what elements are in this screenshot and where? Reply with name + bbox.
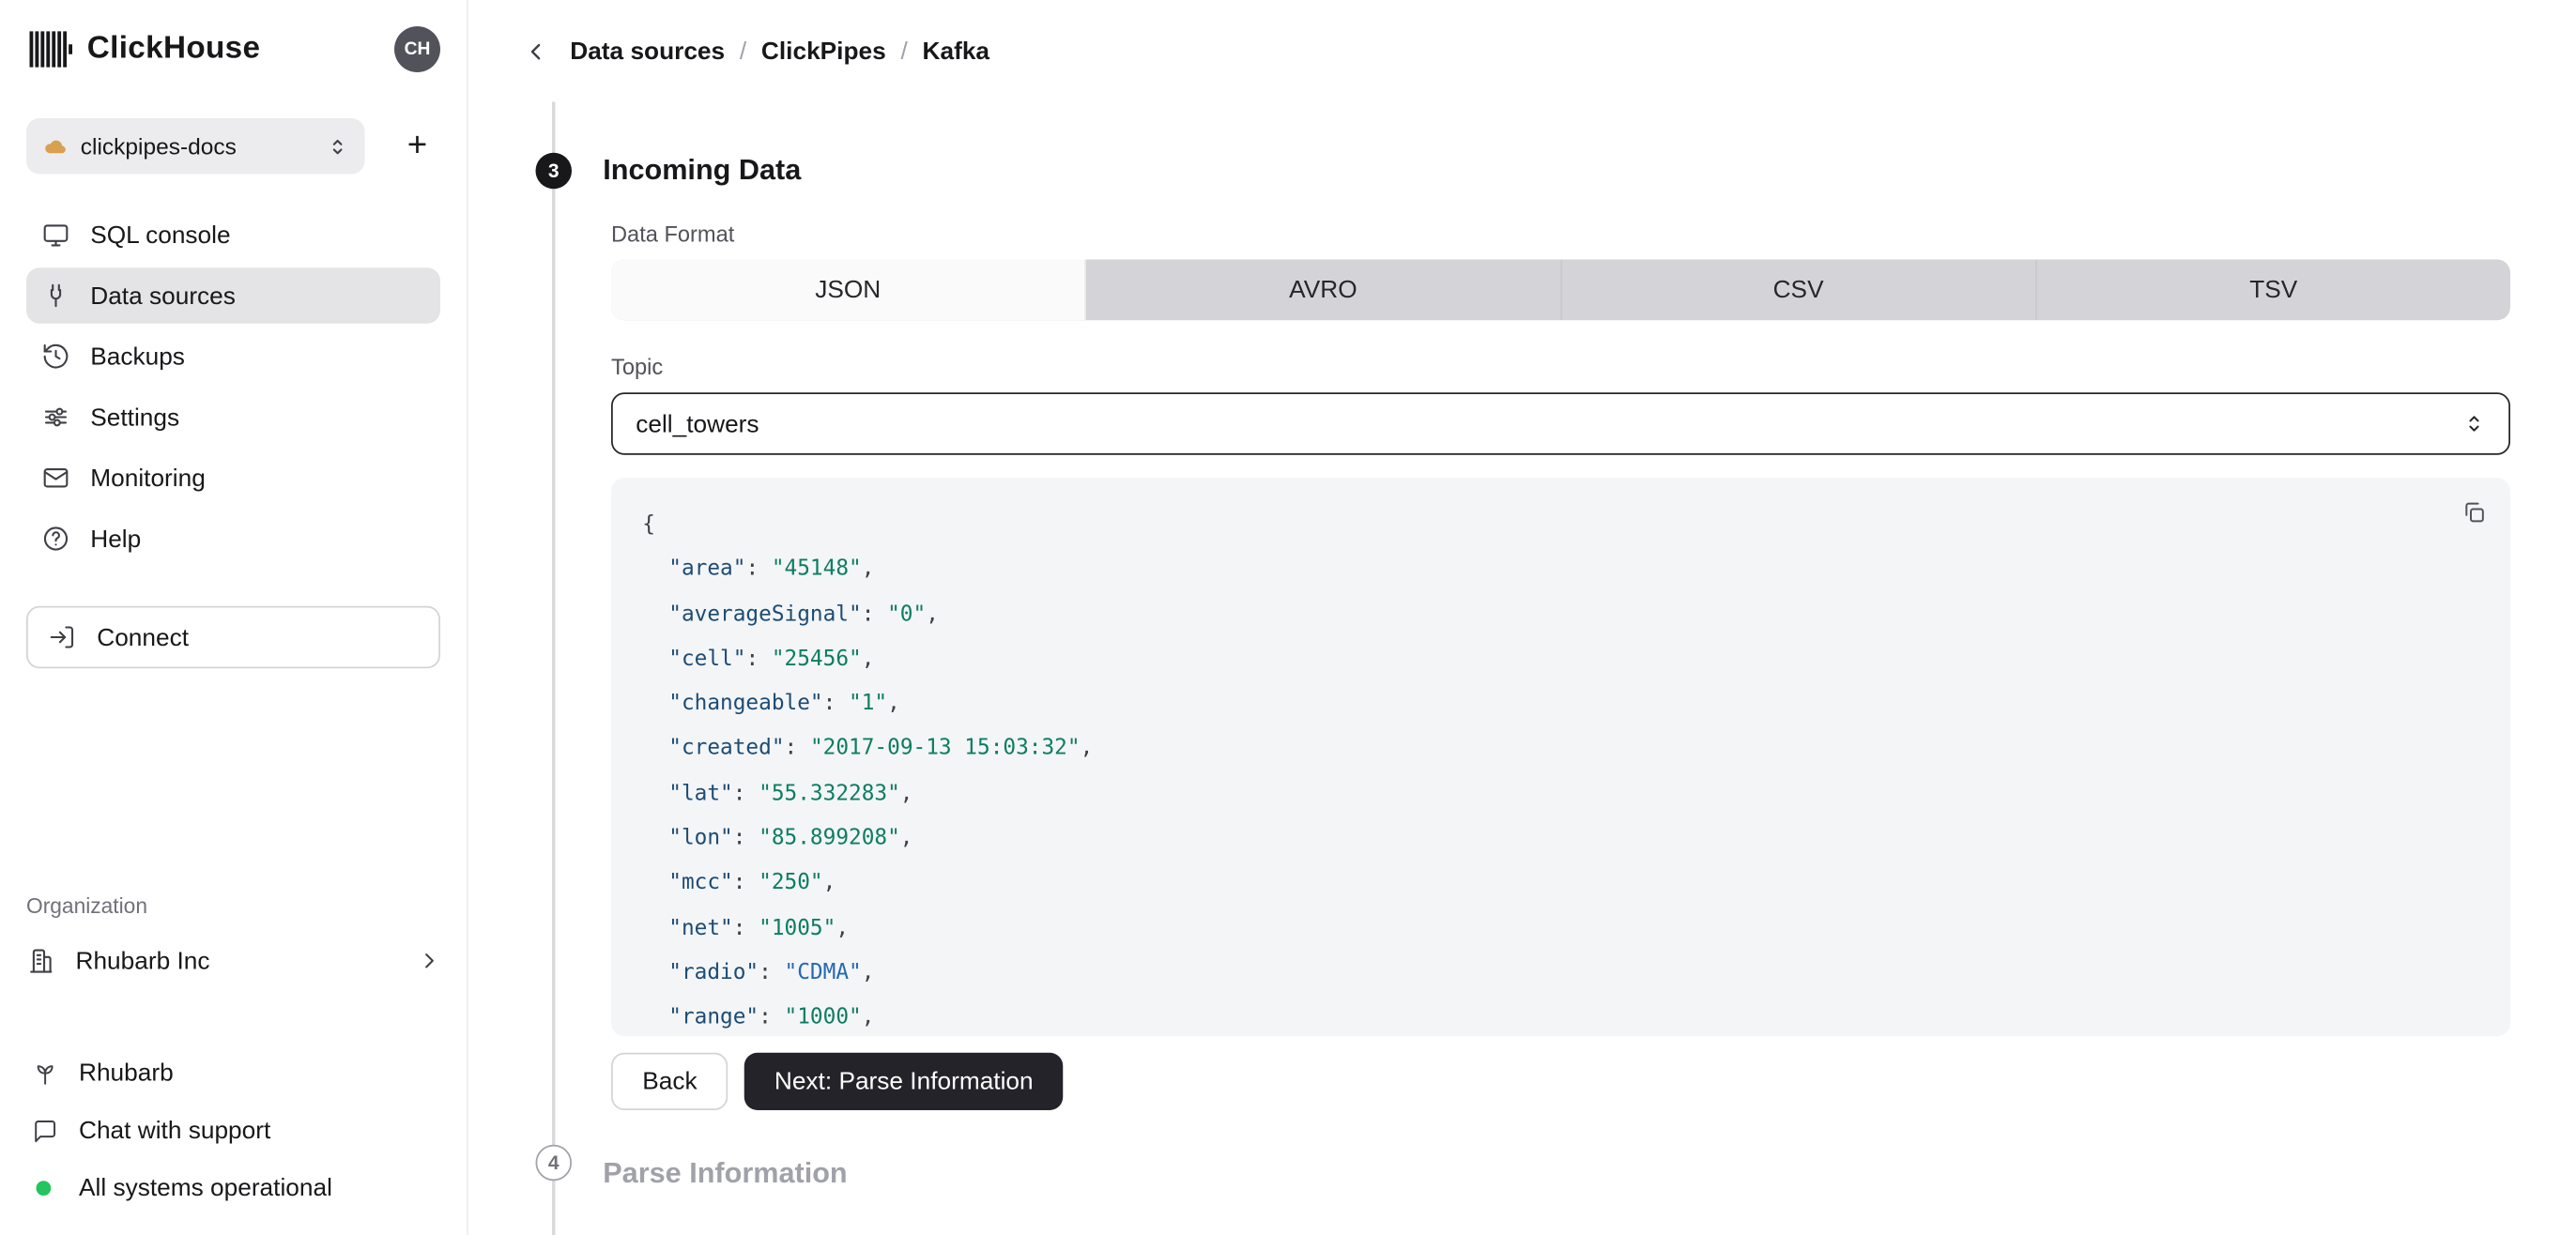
json-preview-line: "changeable": "1", <box>668 692 900 717</box>
format-option-json[interactable]: JSON <box>611 259 1087 321</box>
step-4-indicator: 4 <box>535 1144 572 1182</box>
footer-item-rhubarb[interactable]: Rhubarb <box>26 1044 440 1101</box>
chat-icon <box>30 1116 60 1144</box>
breadcrumb-data-sources[interactable]: Data sources <box>570 37 725 65</box>
footer-item-label: Chat with support <box>79 1116 271 1144</box>
sidebar-item-sql-console[interactable]: SQL console <box>26 207 440 264</box>
data-sources-icon <box>41 281 71 311</box>
json-preview-line: "lat": "55.332283", <box>668 781 913 806</box>
settings-icon <box>41 403 71 433</box>
data-format-segmented: JSON AVRO CSV TSV <box>611 259 2510 321</box>
sidebar-nav: SQL console Data sources Backups Setting… <box>26 207 440 567</box>
topic-label: Topic <box>611 355 664 380</box>
format-option-csv[interactable]: CSV <box>1561 259 2037 321</box>
service-selector[interactable]: clickpipes-docs <box>26 118 365 175</box>
connect-button[interactable]: Connect <box>26 605 440 669</box>
sidebar-item-backups[interactable]: Backups <box>26 328 440 385</box>
sidebar-item-monitoring[interactable]: Monitoring <box>26 450 440 507</box>
avatar[interactable]: CH <box>394 26 440 72</box>
sidebar-item-label: SQL console <box>90 221 231 250</box>
sidebar-footer: Rhubarb Chat with support All systems op… <box>26 1044 440 1215</box>
footer-item-label: All systems operational <box>79 1173 332 1202</box>
sidebar-item-label: Data sources <box>90 282 236 310</box>
chevron-up-down-icon <box>2462 412 2486 435</box>
sidebar: ClickHouse CH clickpipes-docs + SQL cons… <box>0 0 468 1235</box>
brand-title: ClickHouse <box>86 31 261 66</box>
help-icon <box>41 524 71 554</box>
sidebar-item-label: Help <box>90 525 142 553</box>
sidebar-item-help[interactable]: Help <box>26 511 440 567</box>
backups-icon <box>41 342 71 372</box>
service-name: clickpipes-docs <box>80 132 237 160</box>
message-preview: { "area": "45148", "averageSignal": "0", "… <box>611 478 2510 1037</box>
step-4-title: Parse Information <box>603 1156 848 1189</box>
json-preview-line: "averageSignal": "0", <box>668 602 939 627</box>
breadcrumb-separator: / <box>739 37 747 66</box>
sidebar-item-label: Backups <box>90 342 185 371</box>
next-parse-information-button[interactable]: Next: Parse Information <box>744 1052 1064 1110</box>
service-icon <box>43 134 68 159</box>
topic-selected-value: cell_towers <box>636 409 759 438</box>
page-header: Data sources / ClickPipes / Kafka <box>468 0 2576 102</box>
connect-label: Connect <box>97 623 190 651</box>
main-content: Data sources / ClickPipes / Kafka 3 4 In… <box>468 0 2576 1235</box>
json-preview-line: "lon": "85.899208", <box>668 826 913 851</box>
footer-item-label: Rhubarb <box>79 1058 174 1087</box>
breadcrumb-kafka: Kafka <box>922 37 990 66</box>
format-option-avro[interactable]: AVRO <box>1086 259 1562 321</box>
footer-item-chat-support[interactable]: Chat with support <box>26 1102 440 1158</box>
wizard-actions: Back Next: Parse Information <box>611 1052 2510 1110</box>
json-preview-line: "area": "45148", <box>668 557 875 583</box>
stepper-line <box>552 101 556 1235</box>
clickhouse-logo-icon <box>29 31 72 68</box>
breadcrumb-separator: / <box>900 37 908 66</box>
building-icon <box>26 946 56 976</box>
monitoring-icon <box>41 464 71 494</box>
sidebar-item-data-sources[interactable]: Data sources <box>26 267 440 324</box>
back-button[interactable]: Back <box>611 1052 728 1110</box>
json-preview-line: "range": "1000", <box>668 1005 875 1030</box>
sidebar-item-label: Settings <box>90 403 180 432</box>
chevron-up-down-icon <box>327 135 348 157</box>
json-preview-line: "created": "2017-09-13 15:03:32", <box>668 736 1094 762</box>
format-option-tsv[interactable]: TSV <box>2037 260 2510 321</box>
organization-section-label: Organization <box>26 893 148 919</box>
organization-name: Rhubarb Inc <box>75 946 210 975</box>
json-preview-line: "radio": "CDMA", <box>668 960 875 985</box>
json-preview-line: "cell": "25456", <box>668 647 875 672</box>
json-preview-line: "mcc": "250", <box>668 871 836 896</box>
incoming-data-form: Data Format JSON AVRO CSV TSV Topic cell… <box>611 221 2510 1110</box>
rhubarb-icon <box>30 1059 60 1087</box>
sql-console-icon <box>41 221 71 251</box>
service-selector-row: clickpipes-docs + <box>26 118 440 175</box>
status-dot <box>36 1180 52 1196</box>
step-3-title: Incoming Data <box>603 152 802 186</box>
organization-selector[interactable]: Rhubarb Inc <box>26 946 440 976</box>
sidebar-item-label: Monitoring <box>90 464 206 493</box>
breadcrumb-clickpipes[interactable]: ClickPipes <box>761 37 886 65</box>
add-service-button[interactable]: + <box>394 123 440 169</box>
topic-select[interactable]: cell_towers <box>611 392 2510 455</box>
json-open-brace: { <box>642 512 655 538</box>
copy-icon[interactable] <box>2461 499 2488 526</box>
app-window: ClickHouse CH clickpipes-docs + SQL cons… <box>0 0 2576 1235</box>
breadcrumb: Data sources / ClickPipes / Kafka <box>570 37 989 65</box>
json-preview-lines: "area": "45148", "averageSignal": "0", "ce… <box>642 547 2479 1036</box>
brand-row: ClickHouse CH <box>26 26 440 72</box>
back-chevron-icon[interactable] <box>524 38 548 63</box>
step-3-indicator: 3 <box>535 152 572 190</box>
sidebar-item-settings[interactable]: Settings <box>26 389 440 446</box>
json-preview-line: "net": "1005", <box>668 915 850 941</box>
organization-section: Organization Rhubarb Inc <box>26 893 440 976</box>
chevron-right-icon <box>418 950 441 973</box>
data-format-label: Data Format <box>611 221 735 247</box>
footer-item-system-status[interactable]: All systems operational <box>26 1160 440 1216</box>
connect-icon <box>48 622 78 652</box>
